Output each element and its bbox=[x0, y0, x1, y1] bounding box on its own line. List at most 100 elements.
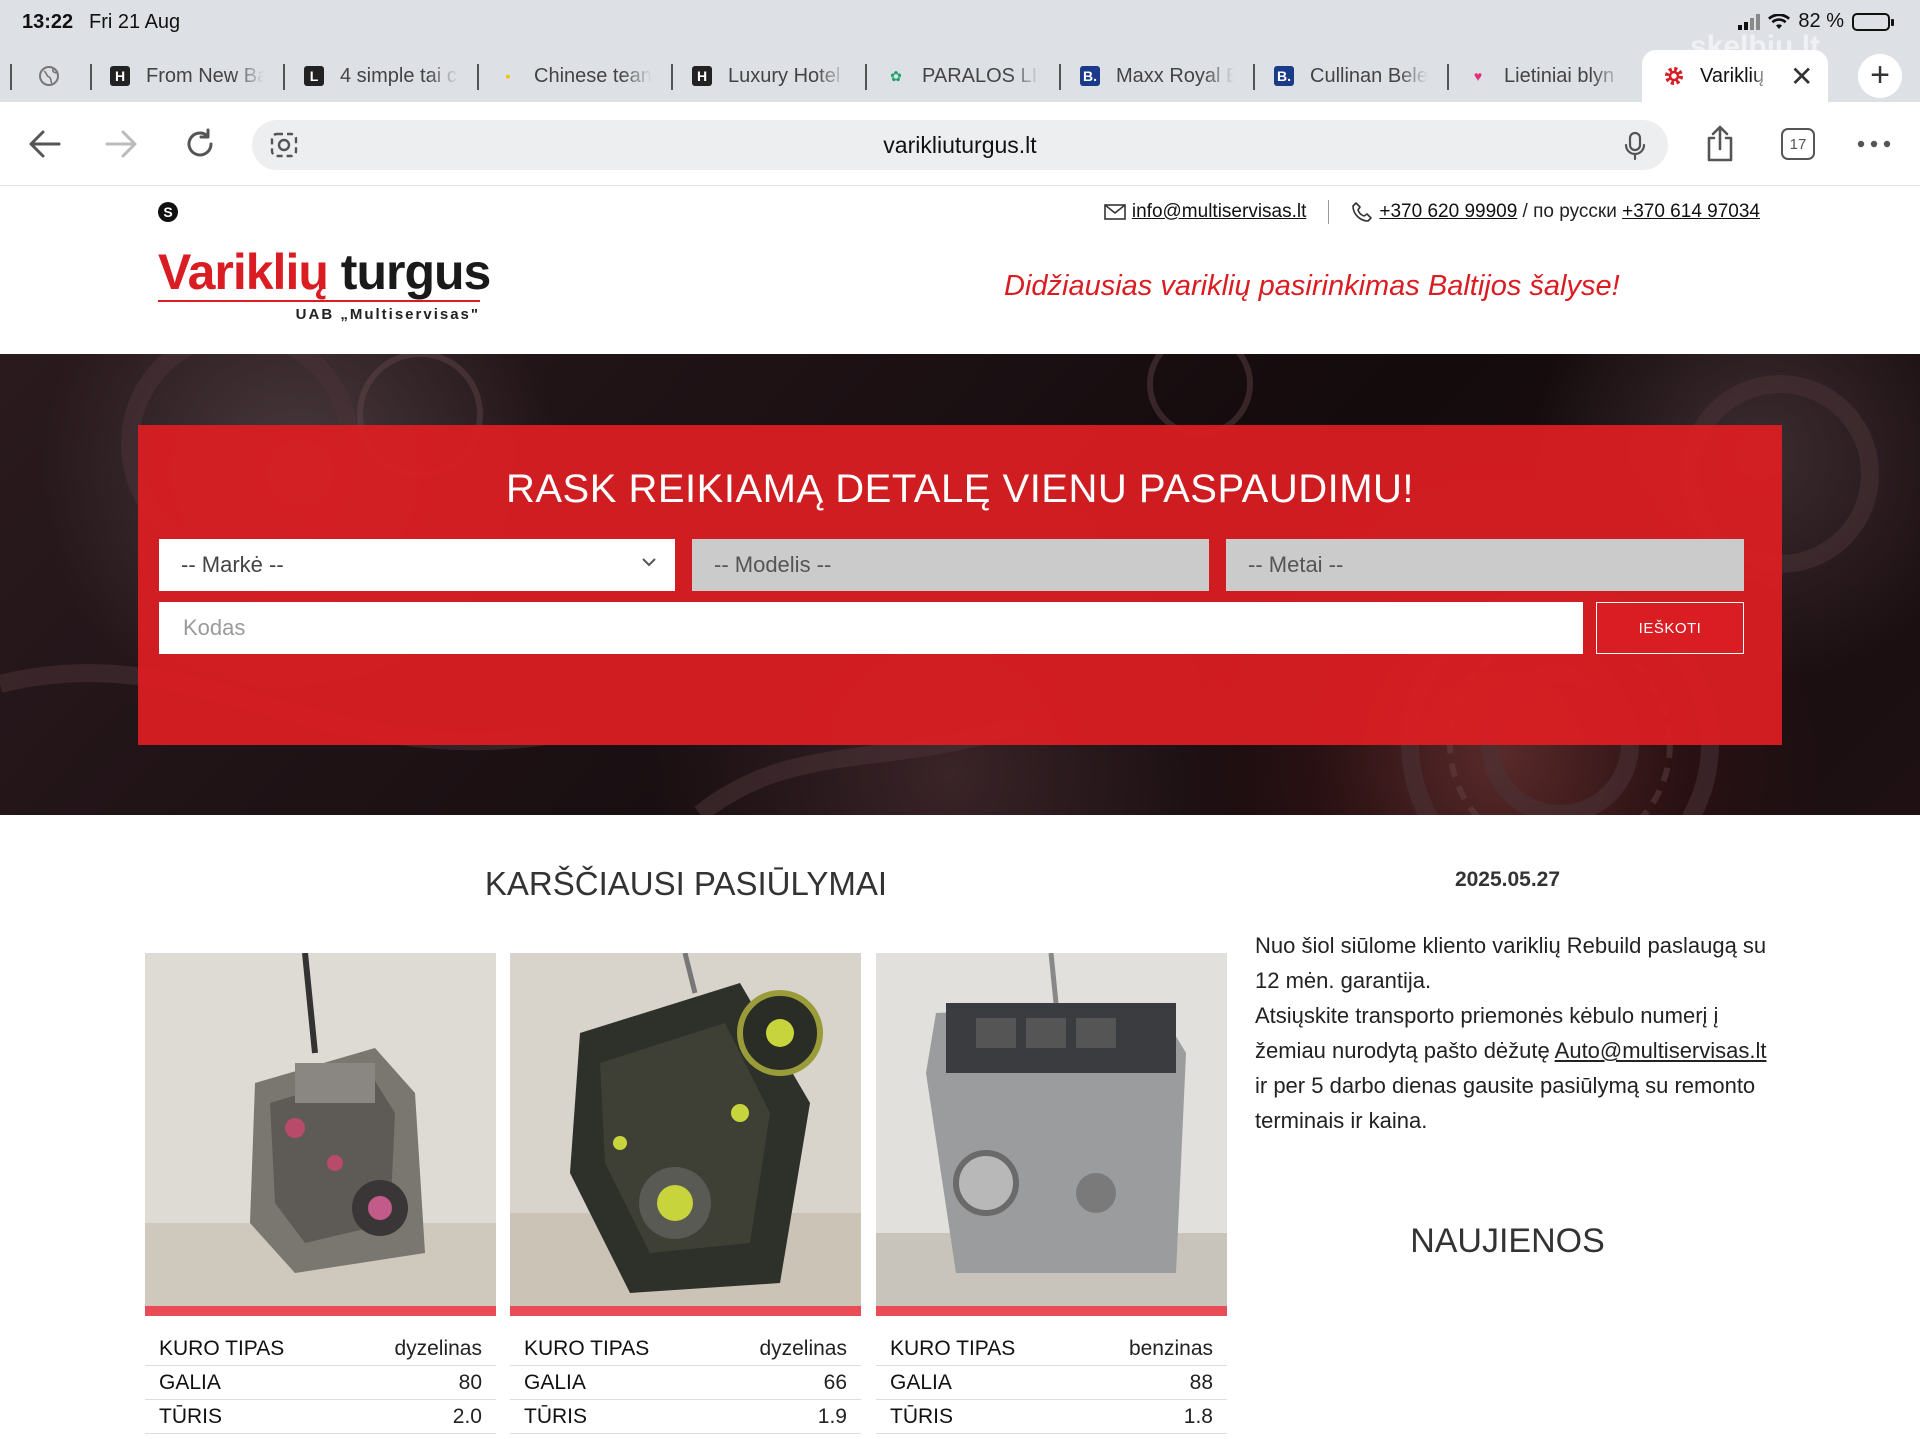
browser-toolbar: varikliuturgus.lt 17 bbox=[0, 102, 1920, 186]
share-icon bbox=[1707, 125, 1733, 162]
chevron-down-icon bbox=[642, 558, 656, 567]
skype-icon[interactable]: S bbox=[158, 202, 178, 222]
year-select[interactable]: -- Metai -- bbox=[1226, 539, 1744, 591]
email-link[interactable]: info@multiservisas.lt bbox=[1132, 201, 1307, 223]
news-email-link[interactable]: Auto@multiservisas.lt bbox=[1555, 1038, 1767, 1063]
phone-link-lt[interactable]: +370 620 99909 bbox=[1379, 201, 1517, 223]
tab-active[interactable]: Variklių t ✕ bbox=[1642, 50, 1828, 102]
code-input[interactable] bbox=[159, 602, 1583, 654]
search-panel: RASK REIKIAMĄ DETALĘ VIENU PASPAUDIMU! -… bbox=[138, 425, 1782, 745]
card-accent-bar bbox=[876, 1306, 1227, 1316]
tab-3[interactable]: H Luxury Hotel bbox=[692, 50, 846, 102]
status-date: Fri 21 Aug bbox=[89, 11, 181, 33]
spec-value: 1.8 bbox=[1183, 1404, 1213, 1428]
engine-photo[interactable] bbox=[510, 953, 861, 1306]
new-tab-button[interactable]: + bbox=[1858, 54, 1902, 98]
engine-photo[interactable] bbox=[876, 953, 1227, 1306]
offer-card[interactable]: KURO TIPAS dyzelinas GALIA 80 TŪRIS 2.0 bbox=[145, 953, 496, 1434]
spec-label: GALIA bbox=[524, 1370, 586, 1394]
gear-favicon-icon bbox=[1665, 67, 1683, 85]
tab-favicon: L bbox=[304, 66, 324, 86]
engine-photo[interactable] bbox=[145, 953, 496, 1306]
reload-icon bbox=[187, 128, 213, 157]
tab-5[interactable]: B. Maxx Royal E bbox=[1080, 50, 1234, 102]
tabs-overview-button[interactable]: 17 bbox=[1776, 122, 1820, 166]
model-select-value: -- Modelis -- bbox=[714, 552, 832, 577]
tab-title: Luxury Hotel bbox=[728, 64, 841, 87]
spec-row-volume: TŪRIS 1.9 bbox=[510, 1400, 861, 1434]
close-tab-icon[interactable]: ✕ bbox=[1790, 60, 1813, 93]
spec-row-volume: TŪRIS 2.0 bbox=[145, 1400, 496, 1434]
contact-bar: info@multiservisas.lt +370 620 99909 / п… bbox=[1104, 200, 1760, 224]
tab-favicon: ▪ bbox=[505, 68, 511, 84]
status-time: 13:22 bbox=[22, 11, 74, 33]
tab-4[interactable]: ✿ PARALOS LIF bbox=[886, 50, 1040, 102]
tab-favicon: B. bbox=[1274, 66, 1294, 86]
tab-title: 4 simple tai c bbox=[340, 64, 457, 87]
make-select[interactable]: -- Markė -- bbox=[159, 539, 675, 591]
forward-button[interactable] bbox=[100, 122, 144, 166]
back-arrow-icon bbox=[29, 130, 61, 158]
globe-icon bbox=[39, 66, 59, 86]
signal-icon bbox=[1738, 13, 1761, 30]
tab-1[interactable]: L 4 simple tai c bbox=[304, 50, 458, 102]
spec-value: dyzelinas bbox=[394, 1336, 482, 1360]
news-date: 2025.05.27 bbox=[1454, 868, 1561, 891]
spec-row-power: GALIA 80 bbox=[145, 1366, 496, 1400]
tab-favicon: ♥ bbox=[1473, 68, 1483, 84]
logo-subtitle: UAB „Multiservisas" bbox=[295, 306, 480, 323]
tab-favicon: B. bbox=[1080, 66, 1100, 86]
address-bar[interactable]: varikliuturgus.lt bbox=[252, 120, 1668, 170]
spec-row-fuel: KURO TIPAS benzinas bbox=[876, 1332, 1227, 1366]
back-button[interactable] bbox=[22, 122, 66, 166]
ellipsis-icon bbox=[1857, 140, 1891, 148]
phone-icon bbox=[1352, 202, 1373, 222]
site-logo[interactable]: Variklių turgus UAB „Multiservisas" bbox=[158, 244, 492, 323]
tab-title: Lietiniai blyn bbox=[1504, 64, 1615, 87]
status-bar: 13:22 Fri 21 Aug 82 % bbox=[0, 0, 1920, 46]
spec-label: KURO TIPAS bbox=[890, 1336, 1016, 1360]
search-button[interactable]: IEŠKOTI bbox=[1596, 602, 1744, 654]
reload-button[interactable] bbox=[178, 122, 222, 166]
spec-value: benzinas bbox=[1128, 1336, 1213, 1360]
model-select[interactable]: -- Modelis -- bbox=[692, 539, 1209, 591]
microphone-icon[interactable] bbox=[1624, 131, 1646, 161]
spec-value: 1.9 bbox=[817, 1404, 847, 1428]
spec-label: TŪRIS bbox=[524, 1404, 587, 1428]
spec-row-fuel: KURO TIPAS dyzelinas bbox=[145, 1332, 496, 1366]
spec-row-power: GALIA 66 bbox=[510, 1366, 861, 1400]
tab-7[interactable]: ♥ Lietiniai blyn bbox=[1468, 50, 1622, 102]
tab-6[interactable]: B. Cullinan Bele bbox=[1274, 50, 1428, 102]
url-text: varikliuturgus.lt bbox=[883, 132, 1037, 158]
battery-icon bbox=[1852, 12, 1894, 31]
tab-0[interactable]: H From New Ba bbox=[110, 50, 264, 102]
share-button[interactable] bbox=[1698, 122, 1742, 166]
tab-globe[interactable] bbox=[38, 50, 60, 102]
logo-word-dark: turgus bbox=[340, 244, 492, 300]
make-select-value: -- Markė -- bbox=[181, 552, 284, 577]
spec-label: GALIA bbox=[159, 1370, 221, 1394]
logo-word-red: Variklių bbox=[158, 244, 329, 300]
contact-divider bbox=[1328, 200, 1330, 224]
more-menu-button[interactable] bbox=[1852, 122, 1896, 166]
site-header: S info@multiservisas.lt +370 620 99909 /… bbox=[0, 186, 1920, 354]
tab-favicon: H bbox=[692, 66, 712, 86]
phone-separator: / по русски bbox=[1517, 201, 1623, 222]
spec-label: KURO TIPAS bbox=[159, 1336, 285, 1360]
spec-label: GALIA bbox=[890, 1370, 952, 1394]
tab-favicon: H bbox=[110, 66, 130, 86]
spec-value: dyzelinas bbox=[759, 1336, 847, 1360]
offer-card[interactable]: KURO TIPAS benzinas GALIA 88 TŪRIS 1.8 bbox=[876, 953, 1227, 1434]
phone-link-ru[interactable]: +370 614 97034 bbox=[1622, 201, 1760, 223]
card-accent-bar bbox=[145, 1306, 496, 1316]
site-tagline: Didžiausias variklių pasirinkimas Baltij… bbox=[1004, 270, 1620, 302]
tab-title: From New Ba bbox=[146, 64, 264, 87]
news-section-title: NAUJIENOS bbox=[1410, 1222, 1605, 1260]
card-accent-bar bbox=[510, 1306, 861, 1316]
tab-strip: H From New Ba L 4 simple tai c ▪ Chinese… bbox=[0, 50, 1920, 102]
spec-value: 2.0 bbox=[452, 1404, 482, 1428]
tab-title: Variklių t bbox=[1700, 64, 1770, 87]
tab-favicon: ✿ bbox=[890, 67, 902, 84]
tab-2[interactable]: ▪ Chinese tean bbox=[498, 50, 652, 102]
offer-card[interactable]: KURO TIPAS dyzelinas GALIA 66 TŪRIS 1.9 bbox=[510, 953, 861, 1434]
